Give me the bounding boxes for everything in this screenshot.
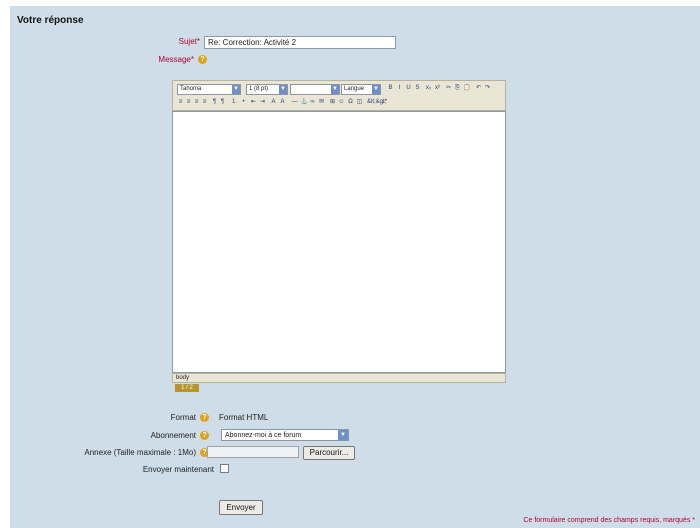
- page-left-edge: [0, 0, 10, 528]
- indent-icon[interactable]: ⇥: [259, 99, 266, 106]
- undo-icon[interactable]: ↶: [475, 85, 482, 92]
- chevron-down-icon: ▼: [232, 85, 240, 94]
- copy-icon[interactable]: ⎘: [454, 85, 461, 92]
- message-label: Message*: [158, 55, 194, 64]
- horizontal-rule-icon[interactable]: —: [291, 99, 298, 106]
- format-label: Format: [170, 413, 196, 422]
- help-icon[interactable]: ?: [198, 55, 207, 64]
- special-char-icon[interactable]: Ω: [347, 99, 354, 106]
- subscription-label: Abonnement: [150, 431, 196, 440]
- chevron-down-icon: ▼: [338, 430, 348, 440]
- superscript-button[interactable]: x²: [434, 85, 441, 92]
- subscription-select[interactable]: Abonnez-moi à ce forum ▼: [221, 429, 349, 441]
- browse-button[interactable]: Parcourir...: [303, 446, 355, 460]
- subscript-button[interactable]: x₂: [425, 85, 432, 92]
- editor-resize-chip[interactable]: 1 / 2: [175, 384, 199, 392]
- size-select-value: 1 (8 pt): [249, 86, 269, 92]
- chevron-down-icon: ▼: [331, 85, 339, 94]
- smiley-icon[interactable]: ☺: [338, 99, 345, 106]
- language-select[interactable]: Langue ▼: [341, 84, 381, 95]
- ordered-list-icon[interactable]: 1.: [231, 99, 238, 106]
- image-icon[interactable]: ◫: [356, 99, 363, 106]
- text-color-icon[interactable]: A: [270, 99, 277, 106]
- table-icon[interactable]: ⊞: [329, 99, 336, 106]
- justify-icon[interactable]: ≡: [201, 99, 208, 106]
- required-fields-note: Ce formulaire comprend des champs requis…: [523, 517, 695, 524]
- font-select[interactable]: Tahoma ▼: [177, 84, 241, 95]
- chevron-down-icon: ▼: [372, 85, 380, 94]
- html-source-icon[interactable]: &lt;&gt;: [367, 99, 386, 106]
- chevron-down-icon: ▼: [279, 85, 287, 94]
- unordered-list-icon[interactable]: •: [240, 99, 247, 106]
- anchor-icon[interactable]: ⚓: [300, 99, 307, 106]
- size-select[interactable]: 1 (8 pt) ▼: [246, 84, 288, 95]
- link-icon[interactable]: ∞: [309, 99, 316, 106]
- align-left-icon[interactable]: ≡: [177, 99, 184, 106]
- subscription-select-value: Abonnez-moi à ce forum: [225, 432, 302, 439]
- subject-input[interactable]: Re: Correction: Activité 2: [204, 36, 396, 49]
- help-icon[interactable]: ?: [200, 413, 209, 422]
- email-icon[interactable]: ✉: [318, 99, 325, 106]
- align-right-icon[interactable]: ≡: [193, 99, 200, 106]
- message-editor[interactable]: [172, 111, 506, 373]
- attachment-file-input[interactable]: [207, 446, 299, 458]
- rtl-icon[interactable]: ¶: [219, 99, 226, 106]
- ltr-icon[interactable]: ¶: [211, 99, 218, 106]
- paste-icon[interactable]: 📋: [463, 85, 470, 92]
- strikethrough-button[interactable]: S: [414, 85, 421, 92]
- style-select[interactable]: ▼: [290, 84, 340, 95]
- italic-button[interactable]: I: [396, 85, 403, 92]
- subject-label: Sujet*: [178, 37, 200, 46]
- submit-button[interactable]: Envoyer: [219, 500, 263, 515]
- format-value: Format HTML: [219, 413, 269, 422]
- bold-button[interactable]: B: [387, 85, 394, 92]
- align-center-icon[interactable]: ≡: [185, 99, 192, 106]
- editor-toolbar: Tahoma ▼ 1 (8 pt) ▼ ▼ Langue ▼ B I U S x…: [172, 80, 506, 111]
- editor-status-path: body: [172, 373, 506, 383]
- form-title: Votre réponse: [17, 15, 84, 26]
- background-color-icon[interactable]: A: [279, 99, 286, 106]
- page-top-edge: [10, 0, 700, 6]
- underline-button[interactable]: U: [405, 85, 412, 92]
- cut-icon[interactable]: ✂: [445, 85, 452, 92]
- send-now-checkbox[interactable]: [220, 464, 229, 473]
- language-select-value: Langue: [344, 86, 365, 92]
- attachment-label: Annexe (Taille maximale : 1Mo): [84, 448, 196, 457]
- font-select-value: Tahoma: [180, 86, 202, 92]
- outdent-icon[interactable]: ⇤: [250, 99, 257, 106]
- redo-icon[interactable]: ↷: [484, 85, 491, 92]
- send-now-label: Envoyer maintenant: [142, 465, 214, 474]
- fullscreen-icon[interactable]: ⤢: [381, 99, 388, 106]
- help-icon[interactable]: ?: [200, 431, 209, 440]
